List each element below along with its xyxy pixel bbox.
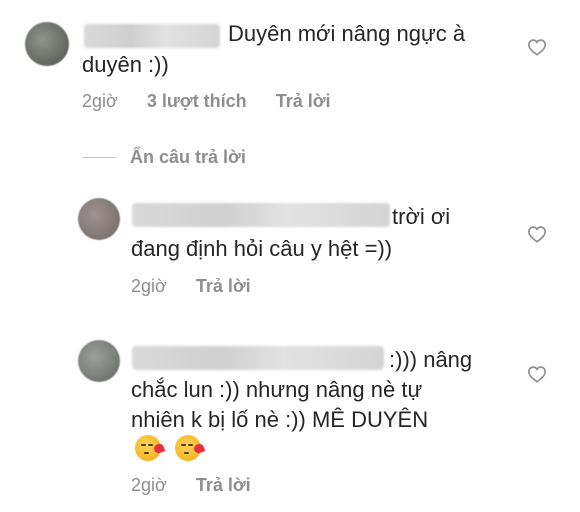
- reply-link[interactable]: Trả lời: [276, 91, 331, 111]
- avatar[interactable]: [78, 340, 120, 382]
- hide-replies-toggle[interactable]: Ẩn câu trả lời: [82, 147, 246, 168]
- blurred-username[interactable]: [132, 203, 390, 227]
- emoji-row: [135, 435, 211, 463]
- avatar[interactable]: [25, 22, 69, 66]
- reply-text-line-1: trời ơi: [392, 204, 451, 229]
- reply-text-line-3: nhiên k bị lố nè :)) MÊ DUYÊN: [131, 407, 429, 432]
- reply-text-line-2: đang định hỏi câu y hệt =)): [131, 236, 393, 261]
- reply-link[interactable]: Trả lời: [196, 276, 251, 296]
- blurred-username[interactable]: [84, 24, 220, 48]
- heart-icon[interactable]: [527, 225, 547, 243]
- comment-meta: 2giờ 3 lượt thích Trả lời: [82, 91, 331, 112]
- reply-time: 2giờ: [131, 276, 167, 296]
- reply-time: 2giờ: [131, 475, 167, 495]
- kissing-heart-emoji-icon: [175, 435, 202, 461]
- kissing-heart-emoji-icon: [135, 435, 161, 461]
- reply-meta: 2giờ Trả lời: [131, 475, 251, 496]
- divider-line: [82, 157, 116, 158]
- hide-replies-label: Ẩn câu trả lời: [130, 147, 246, 167]
- heart-icon[interactable]: [527, 365, 547, 383]
- likes-count-link[interactable]: 3 lượt thích: [147, 91, 247, 111]
- reply-meta: 2giờ Trả lời: [131, 276, 251, 297]
- heart-icon[interactable]: [527, 38, 547, 56]
- comment-text-line-1: Duyên mới nâng ngực à: [228, 21, 466, 46]
- avatar[interactable]: [78, 198, 120, 240]
- comment-text-line-2: duyên :)): [82, 52, 169, 77]
- comment-time: 2giờ: [82, 91, 118, 111]
- blurred-username[interactable]: [132, 346, 384, 370]
- reply-text-line-1: :))) nâng: [389, 347, 473, 372]
- reply-link[interactable]: Trả lời: [196, 475, 251, 495]
- reply-text-line-2: chắc lun :)) nhưng nâng nè tự: [131, 377, 423, 402]
